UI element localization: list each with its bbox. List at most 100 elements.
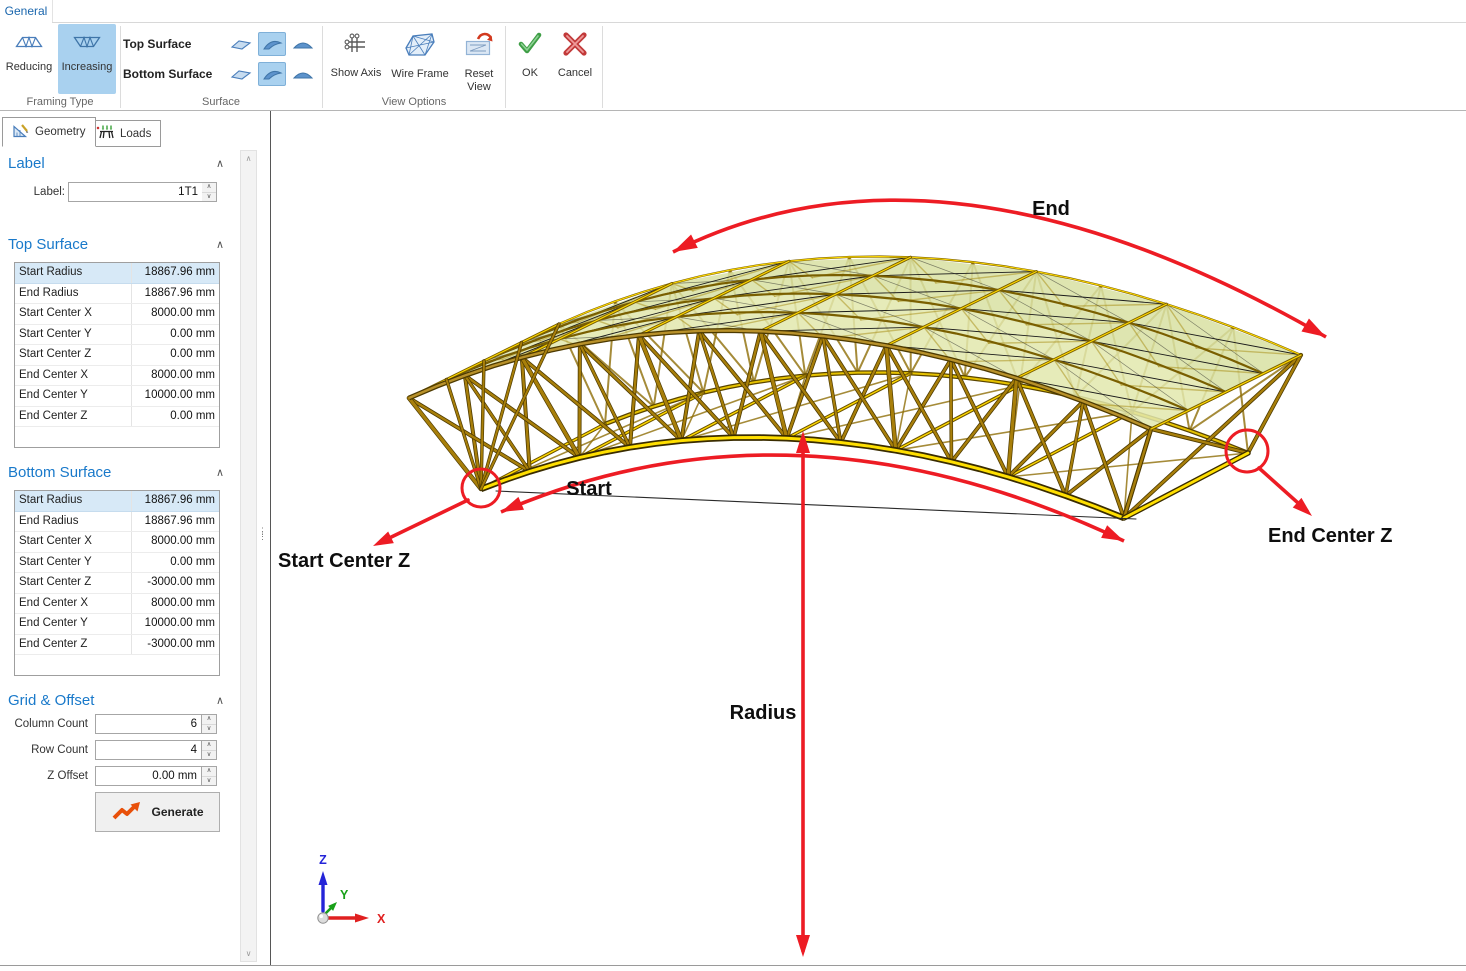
- collapse-chevron-icon[interactable]: ∧: [216, 694, 224, 707]
- collapse-chevron-icon[interactable]: ∧: [216, 466, 224, 479]
- space-truss-model: [409, 257, 1301, 518]
- framing-type-group-label: Framing Type: [0, 96, 120, 108]
- table-row[interactable]: End Center Z0.00 mm: [15, 407, 219, 428]
- properties-panel: Geometry Loads Label ∧ Label: ∧∨: [0, 111, 270, 965]
- top-surface-table: Start Radius18867.96 mmEnd Radius18867.9…: [14, 262, 220, 448]
- loads-tab-icon: [96, 124, 114, 143]
- table-row[interactable]: Start Radius18867.96 mm: [15, 263, 219, 284]
- start-annotation-label: Start: [566, 478, 612, 500]
- generate-button[interactable]: Generate: [95, 792, 220, 832]
- z-offset-caption: Z Offset: [0, 770, 88, 782]
- radius-annotation-label: Radius: [730, 702, 797, 724]
- panel-scrollbar[interactable]: ∧ ∨: [240, 150, 257, 962]
- cancel-x-icon: [561, 31, 589, 61]
- axis-x-label: X: [377, 912, 386, 926]
- truss-generator-window: General Reducing: [0, 0, 1466, 971]
- geometry-tab-label: Geometry: [35, 126, 86, 138]
- reducing-button[interactable]: Reducing: [2, 24, 56, 94]
- tab-geometry[interactable]: Geometry: [2, 117, 96, 147]
- top-surface-label: Top Surface: [123, 37, 221, 51]
- z-offset-input[interactable]: [95, 766, 202, 786]
- row-count-input[interactable]: [95, 740, 202, 760]
- table-row[interactable]: End Center Y10000.00 mm: [15, 614, 219, 635]
- collapse-chevron-icon[interactable]: ∧: [216, 157, 224, 170]
- label-spinner[interactable]: ∧∨: [202, 182, 217, 202]
- column-count-caption: Column Count: [0, 718, 88, 730]
- cancel-button[interactable]: Cancel: [553, 24, 597, 102]
- increasing-truss-icon: [73, 35, 101, 52]
- panel-splitter-grip[interactable]: ⋮⋮: [258, 529, 266, 539]
- bottom-surface-curved-icon[interactable]: [258, 62, 286, 86]
- wire-frame-button[interactable]: Wire Frame: [388, 24, 452, 102]
- viewport-3d[interactable]: End Start Radius Start Center Z End Cent…: [270, 111, 1466, 965]
- table-row[interactable]: Start Radius18867.96 mm: [15, 491, 219, 512]
- ribbon-tab-general[interactable]: General: [0, 0, 53, 22]
- table-row[interactable]: End Center X8000.00 mm: [15, 366, 219, 387]
- increasing-label: Increasing: [62, 61, 113, 73]
- top-surface-flat-icon[interactable]: [227, 32, 255, 56]
- truss-scene: End Start Radius Start Center Z End Cent…: [271, 111, 1466, 965]
- label-field-caption: Label:: [8, 186, 65, 198]
- increasing-button[interactable]: Increasing: [58, 24, 116, 94]
- table-row[interactable]: Start Center X8000.00 mm: [15, 532, 219, 553]
- table-row[interactable]: Start Center X8000.00 mm: [15, 304, 219, 325]
- collapse-chevron-icon[interactable]: ∧: [216, 238, 224, 251]
- axis-y-label: Y: [340, 888, 349, 902]
- scrollbar-up-icon[interactable]: ∧: [241, 154, 256, 163]
- cancel-label: Cancel: [558, 67, 592, 80]
- bottom-surface-section-header: Bottom Surface ∧: [8, 464, 224, 481]
- loads-tab-label: Loads: [120, 128, 151, 140]
- start-center-z-annotation-label: Start Center Z: [278, 550, 410, 572]
- end-annotation-label: End: [1032, 198, 1070, 220]
- reset-view-icon: [463, 31, 495, 62]
- bottom-surface-label: Bottom Surface: [123, 67, 221, 81]
- bottom-surface-flat-icon[interactable]: [227, 62, 255, 86]
- show-axis-icon: [343, 31, 369, 61]
- bottom-surface-table: Start Radius18867.96 mmEnd Radius18867.9…: [14, 490, 220, 676]
- table-row[interactable]: End Center Z-3000.00 mm: [15, 635, 219, 656]
- table-row[interactable]: End Radius18867.96 mm: [15, 512, 219, 533]
- surface-group-label: Surface: [121, 96, 321, 108]
- table-row[interactable]: Start Center Z0.00 mm: [15, 345, 219, 366]
- row-count-caption: Row Count: [0, 744, 88, 756]
- top-surface-section-header: Top Surface ∧: [8, 236, 224, 253]
- tab-loads[interactable]: Loads: [86, 120, 161, 147]
- top-surface-dome-icon[interactable]: [289, 32, 317, 56]
- show-axis-label: Show Axis: [331, 67, 382, 80]
- scrollbar-down-icon[interactable]: ∨: [241, 949, 256, 958]
- ribbon-body: Reducing Increasing Framing Type Top Sur…: [0, 23, 1466, 110]
- view-options-group-label: View Options: [323, 96, 505, 108]
- show-axis-button[interactable]: Show Axis: [328, 24, 384, 102]
- reducing-truss-icon: [15, 35, 43, 52]
- label-input[interactable]: [68, 182, 203, 202]
- axis-z-label: Z: [319, 853, 327, 867]
- wire-frame-label: Wire Frame: [391, 68, 448, 81]
- window-bottom-border: [0, 965, 1466, 966]
- reset-view-button[interactable]: Reset View: [456, 24, 502, 102]
- reset-view-label-line1: Reset: [465, 68, 494, 81]
- label-section-header: Label ∧: [8, 155, 224, 172]
- ribbon: General Reducing: [0, 0, 1466, 111]
- ok-button[interactable]: OK: [512, 24, 548, 102]
- table-row[interactable]: End Center Y10000.00 mm: [15, 386, 219, 407]
- column-count-input[interactable]: [95, 714, 202, 734]
- table-row[interactable]: End Center X8000.00 mm: [15, 594, 219, 615]
- table-row[interactable]: Start Center Y0.00 mm: [15, 325, 219, 346]
- reducing-label: Reducing: [6, 61, 52, 73]
- row-count-spinner[interactable]: ∧∨: [202, 740, 217, 760]
- generate-trend-icon: [111, 800, 143, 825]
- grid-offset-section-header: Grid & Offset ∧: [8, 692, 224, 709]
- group-separator: [505, 26, 506, 108]
- top-surface-curved-icon[interactable]: [258, 32, 286, 56]
- bottom-surface-dome-icon[interactable]: [289, 62, 317, 86]
- z-offset-spinner[interactable]: ∧∨: [202, 766, 217, 786]
- end-center-z-annotation-label: End Center Z: [1268, 525, 1392, 547]
- wire-frame-icon: [403, 31, 437, 62]
- generate-label: Generate: [151, 805, 203, 819]
- reset-view-label-line2: View: [467, 81, 491, 94]
- column-count-spinner[interactable]: ∧∨: [202, 714, 217, 734]
- table-row[interactable]: End Radius18867.96 mm: [15, 284, 219, 305]
- ok-check-icon: [515, 31, 545, 61]
- table-row[interactable]: Start Center Z-3000.00 mm: [15, 573, 219, 594]
- table-row[interactable]: Start Center Y0.00 mm: [15, 553, 219, 574]
